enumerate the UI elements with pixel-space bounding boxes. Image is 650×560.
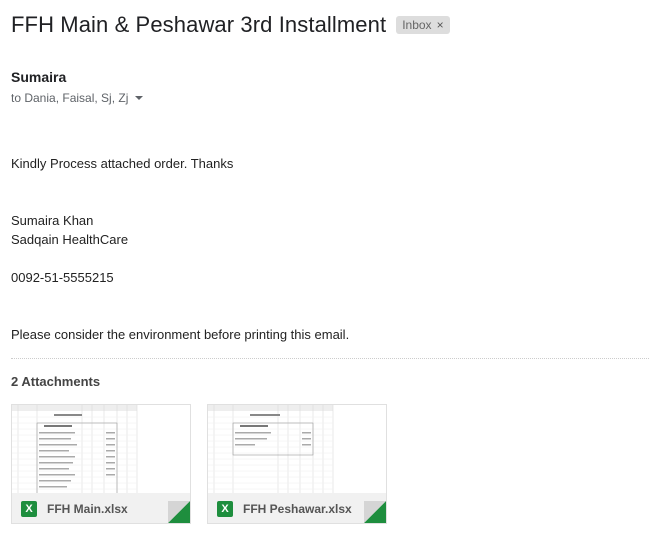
- recipients-text: to Dania, Faisal, Sj, Zj: [11, 91, 129, 105]
- body-message: Kindly Process attached order. Thanks: [11, 156, 234, 171]
- subject-row: FFH Main & Peshawar 3rd Installment Inbo…: [11, 12, 450, 38]
- sender-name[interactable]: Sumaira: [11, 69, 66, 85]
- environment-footer: Please consider the environment before p…: [11, 327, 350, 342]
- show-details-icon[interactable]: [135, 96, 144, 100]
- attachment-name: FFH Peshawar.xlsx: [243, 502, 352, 516]
- attachment-card[interactable]: X FFH Peshawar.xlsx: [207, 404, 387, 524]
- attachments-heading: 2 Attachments: [11, 374, 101, 389]
- excel-icon: X: [217, 501, 233, 517]
- page-corner-icon: [168, 501, 190, 523]
- attachment-card[interactable]: X FFH Main.xlsx: [11, 404, 191, 524]
- signature-org: Sadqain HealthCare: [11, 232, 129, 247]
- label-text: Inbox: [402, 18, 432, 32]
- signature-name: Sumaira Khan: [11, 213, 94, 228]
- attachment-name: FFH Main.xlsx: [47, 502, 128, 516]
- page-corner-icon: [364, 501, 386, 523]
- remove-label-icon[interactable]: ×: [437, 18, 444, 32]
- spreadsheet-thumbnail: [12, 405, 190, 495]
- attachments-divider: [11, 358, 649, 359]
- excel-icon: X: [21, 501, 37, 517]
- signature-phone: 0092-51-5555215: [11, 270, 114, 285]
- attachment-footer: X FFH Main.xlsx: [12, 493, 190, 523]
- spreadsheet-thumbnail: [208, 405, 386, 495]
- inbox-label-chip[interactable]: Inbox ×: [396, 16, 450, 34]
- recipients-line: to Dania, Faisal, Sj, Zj: [11, 91, 144, 105]
- email-subject: FFH Main & Peshawar 3rd Installment: [11, 12, 387, 37]
- attachment-footer: X FFH Peshawar.xlsx: [208, 493, 386, 523]
